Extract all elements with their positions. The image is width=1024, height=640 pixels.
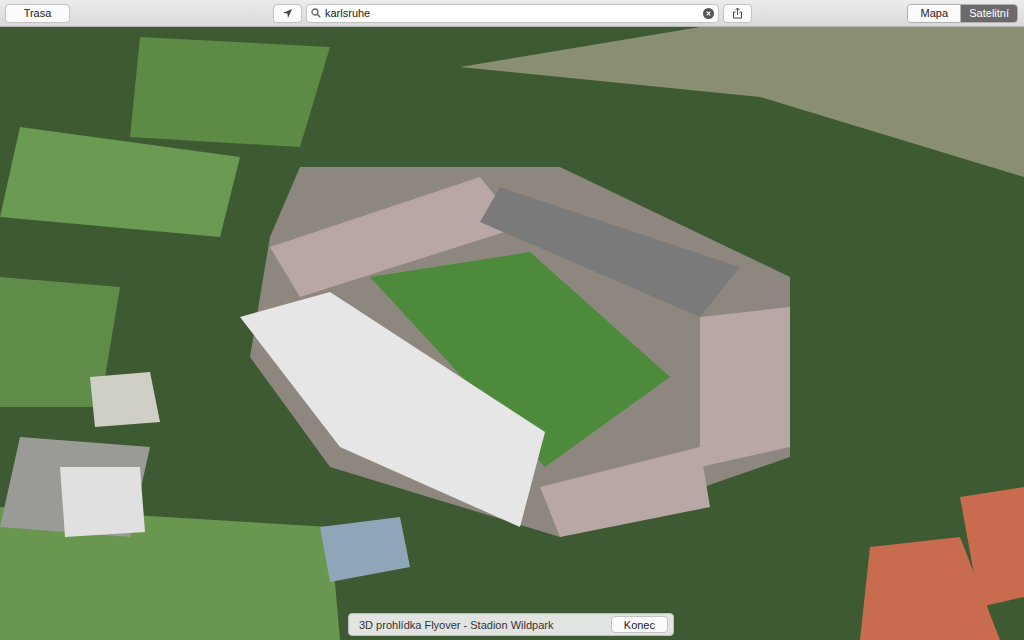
location-button[interactable] [273, 4, 302, 23]
flyover-title: 3D prohlídka Flyover - Stadion Wildpark [359, 619, 553, 631]
view-mode-segment[interactable]: Satelitní [960, 5, 1017, 22]
magnifier-icon [311, 8, 321, 18]
search-field[interactable]: karlsruhe [306, 4, 719, 23]
share-icon [732, 7, 743, 19]
toolbar: Trasa karlsruhe MapaSatelitní [0, 0, 1024, 27]
location-arrow-icon [282, 8, 293, 19]
route-button[interactable]: Trasa [5, 4, 70, 23]
stadium-aerial-image [0, 27, 1024, 640]
view-mode-segment[interactable]: Mapa [908, 5, 960, 22]
view-mode-switch: MapaSatelitní [907, 4, 1018, 23]
flyover-bar: 3D prohlídka Flyover - Stadion Wildpark K… [348, 613, 674, 636]
search-text: karlsruhe [325, 7, 699, 19]
clear-icon[interactable] [703, 8, 714, 19]
end-button[interactable]: Konec [611, 616, 668, 633]
share-button[interactable] [723, 4, 752, 23]
satellite-map[interactable]: 3D prohlídka Flyover - Stadion Wildpark K… [0, 27, 1024, 640]
maps-window: Trasa karlsruhe MapaSatelitní 3D prohlídka … [0, 0, 1024, 640]
